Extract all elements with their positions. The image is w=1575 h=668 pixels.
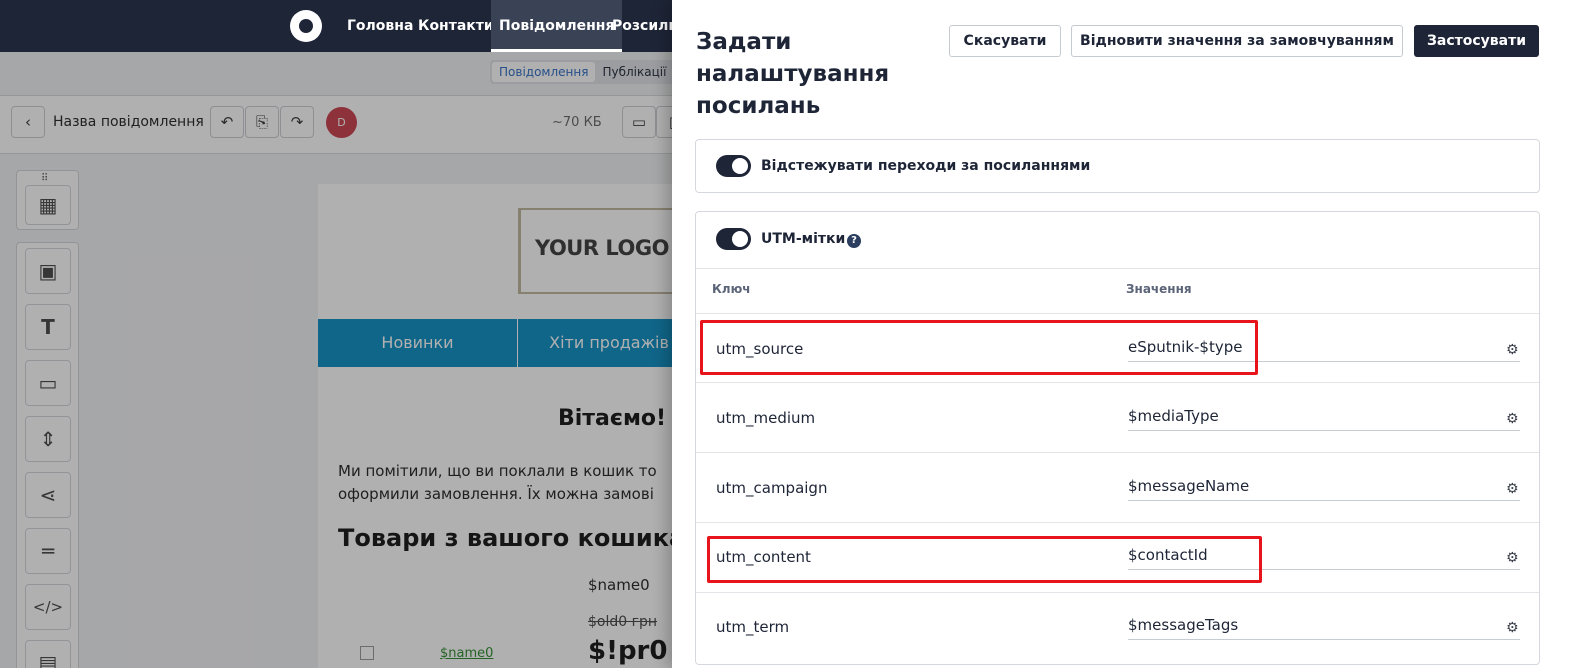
tracking-toggle[interactable] [716, 155, 751, 177]
nav-item-messages[interactable]: Повідомлення [491, 0, 623, 52]
divider [696, 268, 1539, 269]
utm-value-input[interactable]: $mediaType [1128, 405, 1520, 431]
modal-overlay[interactable] [0, 52, 700, 668]
nav-item-contacts[interactable]: Контакти [410, 0, 502, 52]
esputnik-logo-icon[interactable] [290, 10, 322, 42]
utm-toggle[interactable] [716, 228, 751, 250]
gear-icon[interactable]: ⚙ [1506, 343, 1520, 357]
column-header-key: Ключ [712, 282, 751, 296]
divider [696, 313, 1539, 314]
link-settings-panel: Задати налаштування посилань Скасувати В… [672, 0, 1575, 668]
question-icon[interactable]: ? [847, 234, 861, 248]
utm-card: UTM-мітки ? Ключ Значення utm_source eSp… [695, 211, 1540, 665]
utm-value-input[interactable]: $messageName [1128, 475, 1520, 501]
utm-key: utm_term [716, 618, 790, 636]
apply-button[interactable]: Застосувати [1414, 25, 1539, 57]
gear-icon[interactable]: ⚙ [1506, 621, 1520, 635]
cancel-button[interactable]: Скасувати [949, 25, 1061, 57]
divider [696, 592, 1539, 593]
divider [696, 522, 1539, 523]
top-navigation: Головна Контакти Повідомлення Розсилки [0, 0, 700, 52]
email-editor-background: Головна Контакти Повідомлення Розсилки П… [0, 0, 700, 668]
reset-defaults-button[interactable]: Відновити значення за замовчуванням [1071, 25, 1403, 57]
divider [696, 452, 1539, 453]
highlight-box [700, 320, 1258, 375]
divider [696, 382, 1539, 383]
gear-icon[interactable]: ⚙ [1506, 551, 1520, 565]
gear-icon[interactable]: ⚙ [1506, 412, 1520, 426]
column-header-value: Значення [1126, 282, 1192, 296]
tracking-label: Відстежувати переходи за посиланнями [761, 158, 1091, 174]
panel-title: Задати налаштування посилань [696, 29, 890, 119]
utm-value-input[interactable]: $messageTags [1128, 614, 1520, 640]
utm-key: utm_campaign [716, 479, 828, 497]
highlight-box [707, 536, 1262, 583]
utm-key: utm_medium [716, 409, 816, 427]
tracking-card: Відстежувати переходи за посиланнями [695, 139, 1540, 193]
gear-icon[interactable]: ⚙ [1506, 482, 1520, 496]
utm-label: UTM-мітки [761, 231, 846, 247]
